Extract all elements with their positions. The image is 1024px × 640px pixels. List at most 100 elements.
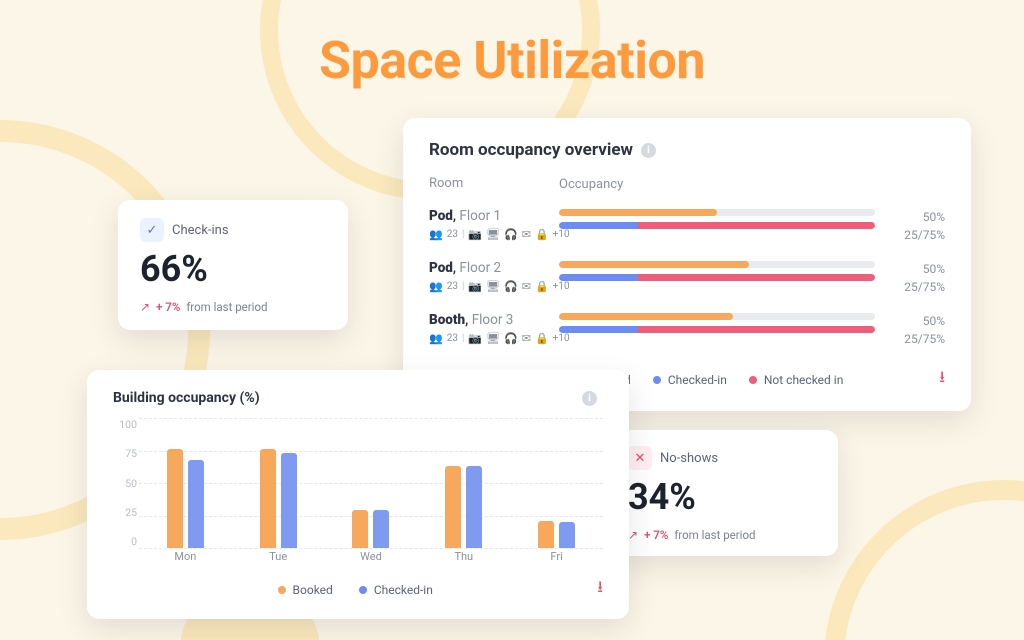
amenity-icon: ✉ — [522, 281, 531, 292]
x-tick: Wed — [325, 550, 418, 566]
people-icon: 👥 — [429, 229, 443, 240]
x-tick: Thu — [417, 550, 510, 566]
bar-booked — [445, 466, 461, 548]
decorative-ring — [824, 480, 1024, 640]
room-row: Pod, Floor 2👥23|📷🖥🎧✉🔒+1050%25/75% — [429, 260, 945, 296]
amenity-icon: 🖥 — [486, 229, 500, 240]
bar-group — [325, 418, 418, 548]
checkin-bar — [559, 222, 875, 229]
bar-booked — [260, 449, 276, 548]
y-tick: 100 — [113, 418, 137, 431]
room-pct: 50%25/75% — [875, 208, 945, 244]
building-occupancy-card: Building occupancy (%) i 1007550250 MonT… — [87, 370, 629, 619]
dot-red-icon — [749, 376, 757, 384]
legend-not-checked-in: Not checked in — [764, 373, 843, 387]
amenity-icon: 📷 — [468, 333, 482, 344]
amenity-icon: 🖥 — [486, 281, 500, 292]
room-amenities: 👥23|📷🖥🎧✉🔒+10 — [429, 333, 559, 344]
checkin-bar — [559, 326, 875, 333]
noshows-delta: ↗ + 7% from last period — [628, 528, 818, 542]
checkins-label: Check-ins — [172, 223, 229, 238]
bar-booked — [167, 449, 183, 548]
amenity-more: +10 — [553, 333, 570, 344]
bar-checked-in — [466, 466, 482, 548]
bar-checked-in — [281, 453, 297, 548]
checkins-delta: ↗ + 7% from last period — [140, 300, 326, 314]
booked-bar — [559, 261, 875, 268]
y-tick: 50 — [113, 477, 137, 490]
room-pct: 50%25/75% — [875, 260, 945, 296]
bar-booked — [538, 521, 554, 548]
amenity-icon: 🔒 — [535, 333, 549, 344]
download-icon[interactable]: ⭳ — [597, 576, 603, 603]
trend-up-icon: ↗ — [140, 300, 150, 314]
amenity-more: +10 — [553, 229, 570, 240]
page-title: Space Utilization — [0, 30, 1024, 91]
room-row: Pod, Floor 1👥23|📷🖥🎧✉🔒+1050%25/75% — [429, 208, 945, 244]
dot-blue-icon — [359, 586, 367, 594]
y-tick: 25 — [113, 506, 137, 519]
occupancy-col-header: Occupancy — [559, 176, 945, 192]
booked-bar — [559, 209, 875, 216]
amenity-icon: 🔒 — [535, 229, 549, 240]
room-pct: 50%25/75% — [875, 312, 945, 348]
room-card-title: Room occupancy overview — [429, 140, 633, 160]
checkins-card: ✓ Check-ins 66% ↗ + 7% from last period — [118, 200, 348, 330]
amenity-icon: 🖥 — [486, 333, 500, 344]
dot-orange-icon — [278, 586, 286, 594]
legend-checked-in: Checked-in — [374, 583, 433, 597]
x-icon: ✕ — [628, 446, 652, 470]
bar-checked-in — [559, 522, 575, 548]
legend-checked-in: Checked-in — [668, 373, 727, 387]
checkins-delta-value: + 7% — [156, 300, 180, 314]
capacity-value: 23 — [447, 333, 458, 344]
bar-group — [139, 418, 232, 548]
amenity-icon: ✉ — [522, 333, 531, 344]
y-tick: 75 — [113, 447, 137, 460]
amenity-icon: 🎧 — [504, 281, 518, 292]
dot-blue-icon — [653, 376, 661, 384]
x-tick: Mon — [139, 550, 232, 566]
building-legend: Booked Checked-in — [113, 583, 597, 597]
capacity-value: 23 — [447, 281, 458, 292]
x-tick: Fri — [510, 550, 603, 566]
bar-group — [510, 418, 603, 548]
noshows-delta-value: + 7% — [644, 528, 668, 542]
people-icon: 👥 — [429, 333, 443, 344]
x-tick: Tue — [232, 550, 325, 566]
bar-checked-in — [373, 510, 389, 548]
info-icon[interactable]: i — [641, 143, 656, 158]
noshows-card: ✕ No-shows 34% ↗ + 7% from last period — [608, 430, 838, 556]
amenity-more: +10 — [553, 281, 570, 292]
building-card-title: Building occupancy (%) — [113, 390, 260, 406]
checkins-delta-suffix: from last period — [186, 300, 267, 314]
room-row: Booth, Floor 3👥23|📷🖥🎧✉🔒+1050%25/75% — [429, 312, 945, 348]
people-icon: 👥 — [429, 281, 443, 292]
building-chart: 1007550250 MonTueWedThuFri — [139, 418, 603, 566]
noshows-label: No-shows — [660, 451, 718, 466]
trend-up-icon: ↗ — [628, 528, 638, 542]
amenity-icon: ✉ — [522, 229, 531, 240]
booked-bar — [559, 313, 875, 320]
amenity-icon: 📷 — [468, 229, 482, 240]
noshows-value: 34% — [628, 476, 818, 518]
room-name: Pod, Floor 2 — [429, 260, 559, 276]
check-icon: ✓ — [140, 218, 164, 242]
info-icon[interactable]: i — [582, 391, 597, 406]
amenity-icon: 🎧 — [504, 229, 518, 240]
amenity-icon: 🎧 — [504, 333, 518, 344]
y-tick: 0 — [113, 535, 137, 548]
checkin-bar — [559, 274, 875, 281]
room-amenities: 👥23|📷🖥🎧✉🔒+10 — [429, 229, 559, 240]
room-col-header: Room — [429, 176, 559, 192]
checkins-value: 66% — [140, 248, 326, 290]
room-name: Booth, Floor 3 — [429, 312, 559, 328]
amenity-icon: 🔒 — [535, 281, 549, 292]
bar-checked-in — [188, 460, 204, 548]
room-name: Pod, Floor 1 — [429, 208, 559, 224]
bar-booked — [352, 510, 368, 548]
legend-booked: Booked — [293, 583, 333, 597]
download-icon[interactable]: ⭳ — [939, 366, 945, 393]
amenity-icon: 📷 — [468, 281, 482, 292]
bar-group — [417, 418, 510, 548]
